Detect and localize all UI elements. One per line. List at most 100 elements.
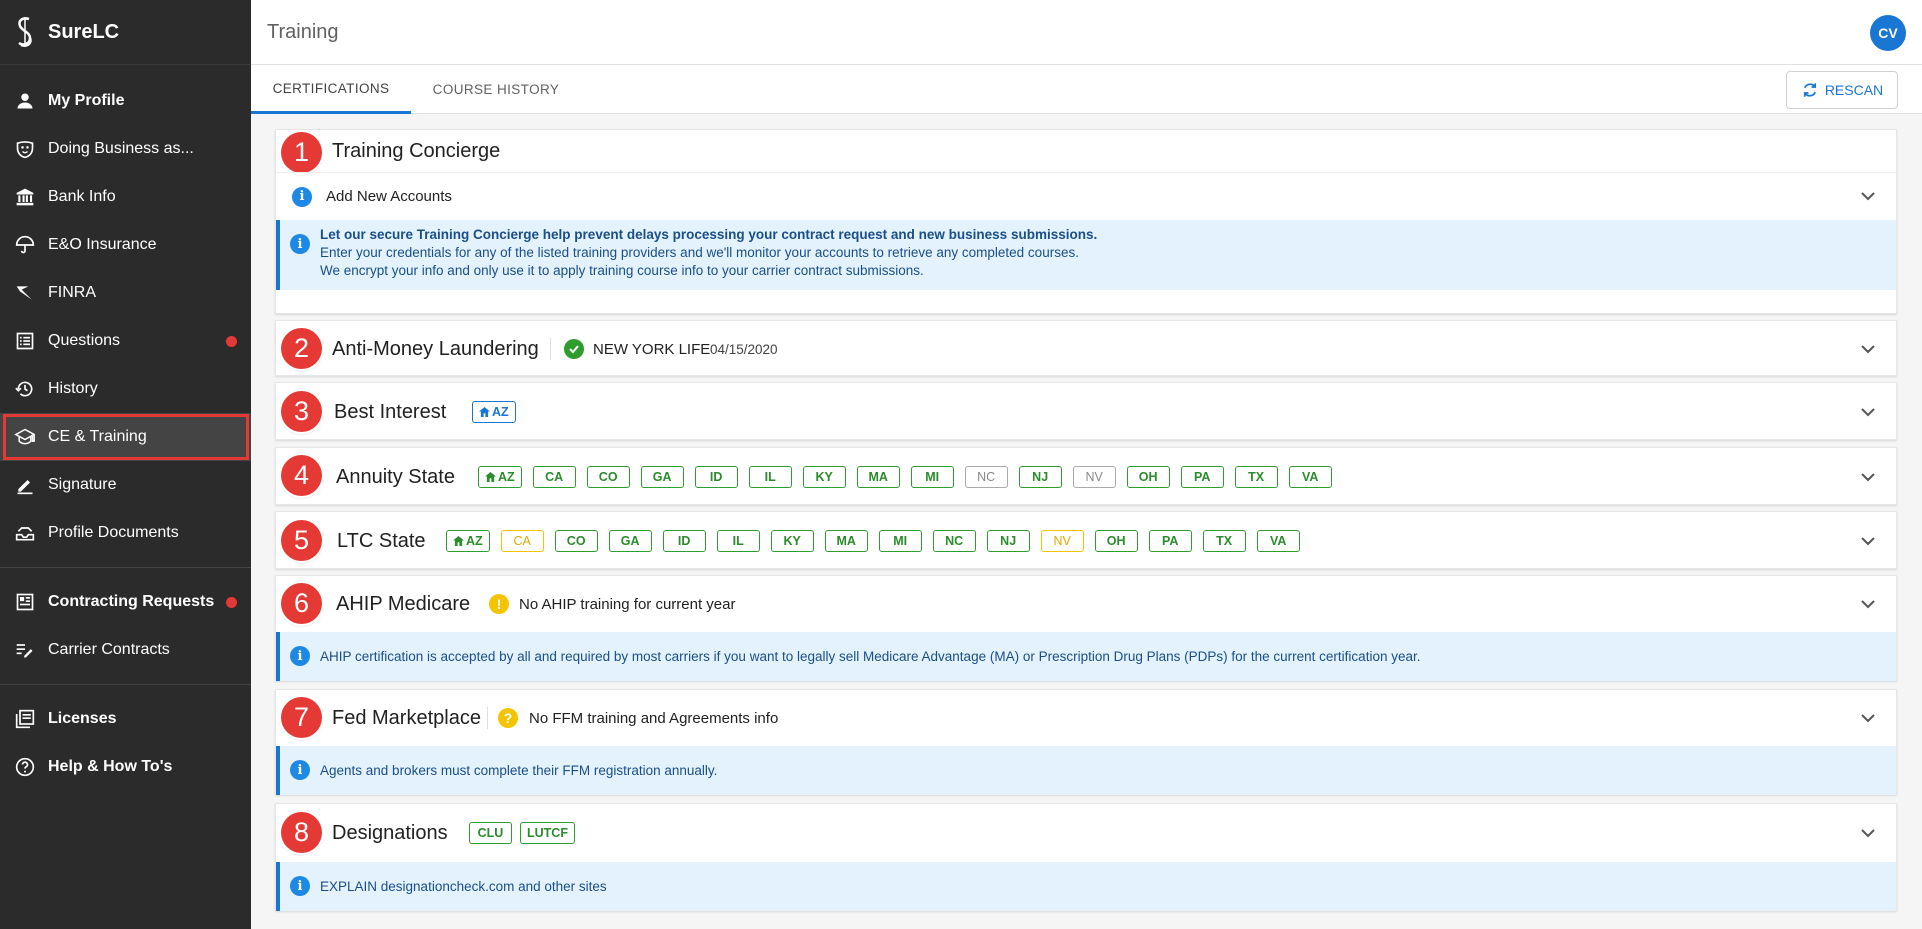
info-icon: i bbox=[290, 760, 310, 780]
sidebar-item-label: Carrier Contracts bbox=[48, 641, 170, 658]
sidebar-divider bbox=[0, 567, 251, 568]
info-icon: i bbox=[290, 234, 310, 254]
app-name: SureLC bbox=[48, 20, 120, 43]
sidebar-item-label: Questions bbox=[48, 332, 121, 349]
sidebar-item-licenses[interactable]: Licenses bbox=[0, 695, 251, 743]
card-title: Designations bbox=[332, 821, 448, 844]
sidebar-item-help[interactable]: Help & How To's bbox=[0, 743, 251, 791]
rescan-button[interactable]: RESCAN bbox=[1786, 71, 1898, 109]
sidebar-item-label: Bank Info bbox=[48, 188, 116, 205]
sidebar-item-ce-training[interactable]: CE & Training bbox=[0, 413, 251, 461]
history-icon bbox=[14, 378, 36, 400]
tab-course-history[interactable]: COURSE HISTORY bbox=[426, 65, 566, 114]
card-anti-money-laundering[interactable]: 2 Anti-Money Laundering NEW YORK LIFE 04… bbox=[275, 320, 1897, 376]
banner-line: Enter your credentials for any of the li… bbox=[320, 245, 1079, 260]
surelc-logo-icon bbox=[12, 15, 38, 49]
ltc-state-chips: AZ CA CO GA ID IL KY MA MI NC NJ NV OH PA TX VA bbox=[446, 530, 1300, 552]
step-number-badge: 5 bbox=[281, 520, 322, 561]
page-title: Training bbox=[267, 20, 339, 43]
state-chip: OH bbox=[1094, 530, 1138, 552]
sidebar-item-contracting-requests[interactable]: Contracting Requests bbox=[0, 578, 251, 626]
sidebar-item-label: E&O Insurance bbox=[48, 236, 157, 253]
state-chip: NC bbox=[932, 530, 976, 552]
check-circle-icon bbox=[564, 339, 584, 359]
card-best-interest[interactable]: 3 Best Interest AZ bbox=[275, 382, 1897, 440]
completion-date: 04/15/2020 bbox=[710, 342, 778, 357]
designations-info-banner: i EXPLAIN designationcheck.com and other… bbox=[276, 862, 1896, 911]
sidebar-item-finra[interactable]: FINRA bbox=[0, 269, 251, 317]
sidebar-item-signature[interactable]: Signature bbox=[0, 461, 251, 509]
licenses-icon bbox=[14, 708, 36, 730]
edit-list-icon bbox=[14, 639, 36, 661]
chip-label: NC bbox=[977, 470, 996, 484]
chip-label: OH bbox=[1106, 534, 1126, 548]
chevron-down-icon[interactable] bbox=[1860, 189, 1876, 205]
chevron-down-icon[interactable] bbox=[1860, 596, 1876, 612]
help-circle-icon: ? bbox=[498, 708, 518, 728]
chip-label: OH bbox=[1138, 470, 1158, 484]
state-chip: AZ bbox=[472, 401, 516, 423]
sidebar-item-eo-insurance[interactable]: E&O Insurance bbox=[0, 221, 251, 269]
add-new-accounts-row[interactable]: i Add New Accounts bbox=[276, 172, 1896, 220]
card-header: 5 LTC State AZ CA CO GA ID IL KY MA MI NC NJ NV OH PA… bbox=[276, 512, 1896, 570]
sidebar-item-profile-documents[interactable]: Profile Documents bbox=[0, 509, 251, 557]
chip-label: CA bbox=[545, 470, 564, 484]
divider bbox=[487, 707, 488, 729]
card-training-concierge: 1 Training Concierge i Add New Accounts … bbox=[275, 129, 1897, 314]
state-chip: MI bbox=[878, 530, 922, 552]
ahip-status: No AHIP training for current year bbox=[519, 596, 736, 613]
sidebar-item-label: My Profile bbox=[48, 92, 125, 109]
home-icon bbox=[479, 407, 490, 417]
chip-label: VA bbox=[1301, 470, 1319, 484]
sidebar-item-history[interactable]: History bbox=[0, 365, 251, 413]
card-designations[interactable]: 8 Designations CLU LUTCF i EXPLAIN desig… bbox=[275, 803, 1897, 911]
person-icon bbox=[14, 90, 36, 112]
add-new-accounts-label: Add New Accounts bbox=[326, 188, 452, 205]
tab-certifications[interactable]: CERTIFICATIONS bbox=[251, 65, 411, 114]
card-annuity-state[interactable]: 4 Annuity State AZ CA CO GA ID IL KY MA MI NC NJ NV… bbox=[275, 447, 1897, 505]
step-number-badge: 7 bbox=[281, 697, 322, 738]
chip-label: MI bbox=[893, 534, 908, 548]
sidebar-item-my-profile[interactable]: My Profile bbox=[0, 77, 251, 125]
state-chip: GA bbox=[608, 530, 652, 552]
state-chip: OH bbox=[1126, 466, 1170, 488]
card-header: 3 Best Interest AZ bbox=[276, 383, 1896, 441]
main-content: 1 Training Concierge i Add New Accounts … bbox=[251, 114, 1922, 929]
sidebar-item-doing-business-as[interactable]: Doing Business as... bbox=[0, 125, 251, 173]
designation-chip: CLU bbox=[469, 822, 512, 844]
chip-label: TX bbox=[1216, 534, 1233, 548]
alert-dot bbox=[226, 597, 237, 608]
chevron-down-icon[interactable] bbox=[1860, 533, 1876, 549]
chip-label: ID bbox=[709, 470, 723, 484]
sidebar-item-bank-info[interactable]: Bank Info bbox=[0, 173, 251, 221]
card-fed-marketplace[interactable]: 7 Fed Marketplace ? No FFM training and … bbox=[275, 689, 1897, 795]
home-icon bbox=[453, 536, 464, 546]
sidebar-item-label: History bbox=[48, 380, 98, 397]
ffm-status: No FFM training and Agreements info bbox=[529, 710, 779, 727]
state-chip: ID bbox=[694, 466, 738, 488]
chevron-down-icon[interactable] bbox=[1860, 825, 1876, 841]
state-chip: MA bbox=[856, 466, 900, 488]
card-title: Annuity State bbox=[336, 465, 455, 488]
chevron-down-icon[interactable] bbox=[1860, 469, 1876, 485]
card-header: 2 Anti-Money Laundering NEW YORK LIFE 04… bbox=[276, 321, 1896, 377]
chevron-down-icon[interactable] bbox=[1860, 710, 1876, 726]
brand[interactable]: SureLC bbox=[0, 0, 251, 65]
state-chip: TX bbox=[1202, 530, 1246, 552]
chip-label: CO bbox=[566, 534, 586, 548]
sidebar-item-questions[interactable]: Questions bbox=[0, 317, 251, 365]
card-ahip-medicare[interactable]: 6 AHIP Medicare ! No AHIP training for c… bbox=[275, 575, 1897, 681]
home-icon bbox=[485, 472, 496, 482]
state-chip: VA bbox=[1256, 530, 1300, 552]
chevron-down-icon[interactable] bbox=[1860, 404, 1876, 420]
sidebar-item-carrier-contracts[interactable]: Carrier Contracts bbox=[0, 626, 251, 674]
state-chip: KY bbox=[802, 466, 846, 488]
chip-label: PA bbox=[1161, 534, 1179, 548]
card-ltc-state[interactable]: 5 LTC State AZ CA CO GA ID IL KY MA MI NC NJ NV OH PA… bbox=[275, 511, 1897, 569]
chevron-down-icon[interactable] bbox=[1860, 341, 1876, 357]
step-number-badge: 6 bbox=[281, 583, 322, 624]
card-title: Training Concierge bbox=[332, 139, 501, 162]
avatar[interactable]: CV bbox=[1870, 15, 1906, 51]
chip-label: MI bbox=[925, 470, 940, 484]
chip-label: CO bbox=[598, 470, 618, 484]
